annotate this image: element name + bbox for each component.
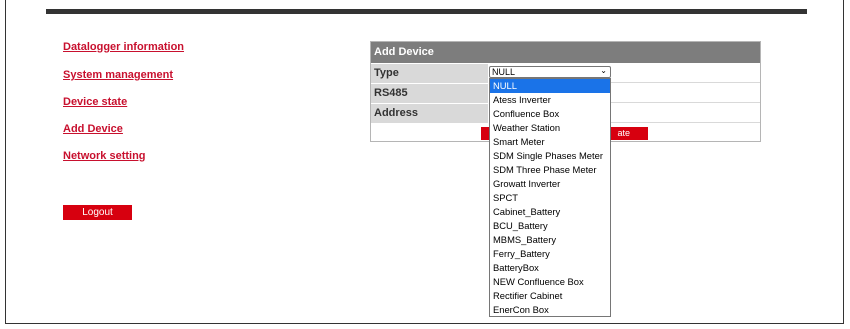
nav-link-network-setting[interactable]: Network setting — [63, 150, 146, 162]
address-label: Address — [371, 104, 488, 123]
dropdown-option[interactable]: Cabinet_Battery — [490, 205, 610, 219]
dropdown-option[interactable]: Confluence Box — [490, 107, 610, 121]
dropdown-option[interactable]: MBMS_Battery — [490, 233, 610, 247]
nav-link-datalogger-information[interactable]: Datalogger information — [63, 41, 184, 53]
dropdown-option[interactable]: BCU_Battery — [490, 219, 610, 233]
rs485-label: RS485 — [371, 84, 488, 103]
dropdown-option[interactable]: Growatt Inverter — [490, 177, 610, 191]
type-dropdown-list[interactable]: NULL Atess Inverter Confluence Box Weather … — [489, 78, 611, 317]
top-bar — [46, 9, 807, 14]
dropdown-option[interactable]: Smart Meter — [490, 135, 610, 149]
dropdown-option[interactable]: Ferry_Battery — [490, 247, 610, 261]
dropdown-option[interactable]: SPCT — [490, 191, 610, 205]
nav-link-system-management[interactable]: System management — [63, 69, 173, 81]
dropdown-option[interactable]: SDM Three Phase Meter — [490, 163, 610, 177]
dropdown-option[interactable]: SDM Single Phases Meter — [490, 149, 610, 163]
dropdown-option[interactable]: NULL — [490, 79, 610, 93]
chevron-down-icon: ⌄ — [600, 66, 607, 75]
logout-button[interactable]: Logout — [63, 205, 132, 220]
panel-title: Add Device — [371, 42, 760, 63]
dropdown-option[interactable]: NEW Confluence Box — [490, 275, 610, 289]
type-select[interactable]: NULL ⌄ — [489, 66, 611, 78]
nav-link-device-state[interactable]: Device state — [63, 96, 127, 108]
dropdown-option[interactable]: Atess Inverter — [490, 93, 610, 107]
dropdown-option[interactable]: BatteryBox — [490, 261, 610, 275]
nav-link-add-device[interactable]: Add Device — [63, 123, 123, 135]
type-label: Type — [371, 64, 488, 83]
dropdown-option[interactable]: Weather Station — [490, 121, 610, 135]
type-select-value: NULL — [492, 67, 516, 77]
dropdown-option[interactable]: EnerCon Box — [490, 303, 610, 317]
dropdown-option[interactable]: Rectifier Cabinet — [490, 289, 610, 303]
